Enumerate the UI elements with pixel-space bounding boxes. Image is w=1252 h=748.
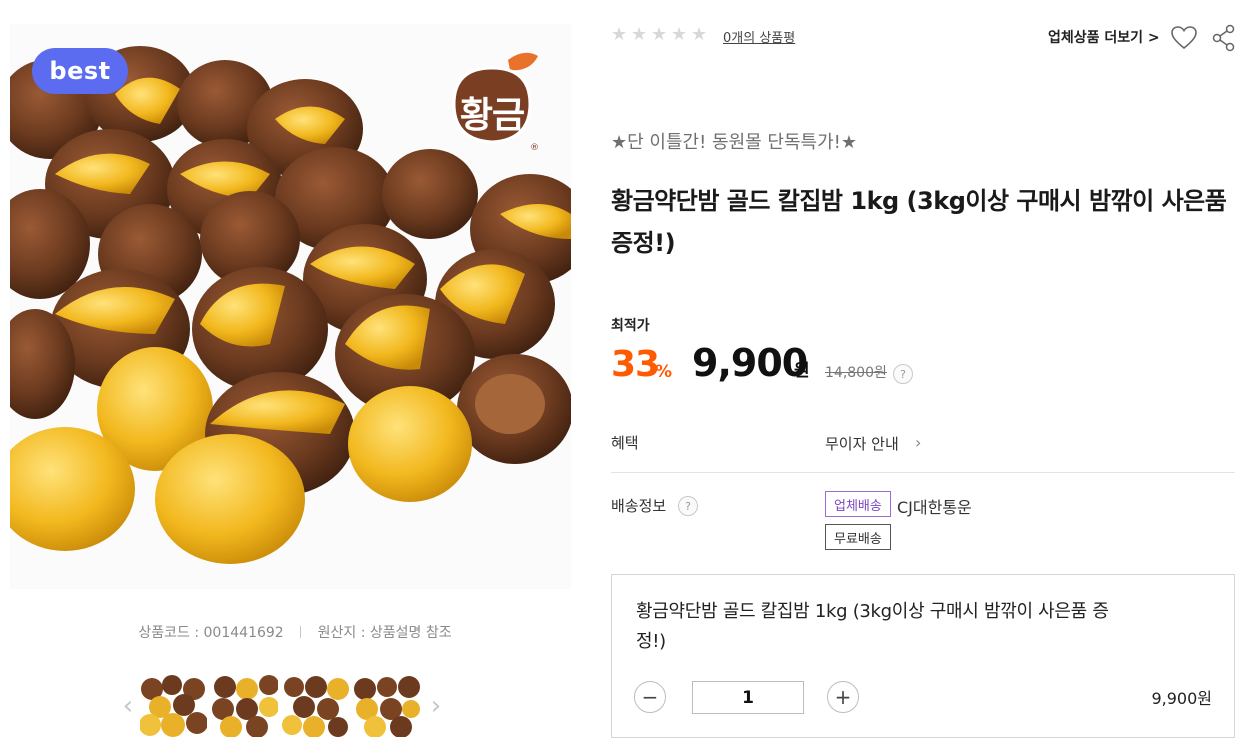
rating-stars: ★ ★ ★ ★ ★: [611, 26, 709, 44]
product-title: 황금약단밤 골드 칼집밤 1kg (3kg이상 구매시 밤깎이 사은품 증정!): [611, 187, 1227, 257]
product-image: best ® 황금: [10, 24, 571, 589]
promo-text: ★단 이틀간! 동원몰 단독특가!★: [611, 132, 858, 153]
quantity-increase-button[interactable]: +: [827, 681, 859, 713]
product-origin: 원산지 : 상품설명 참조: [317, 625, 452, 641]
star-icon: ★: [691, 24, 708, 45]
installment-info-link[interactable]: 무이자 안내: [825, 433, 899, 454]
discount-percent: 33: [611, 344, 660, 385]
chevron-right-icon[interactable]: ›: [915, 433, 921, 452]
star-icon: ★: [651, 24, 668, 45]
divider: [611, 472, 1235, 473]
brand-logo-text: 황금: [459, 95, 525, 136]
review-count-link[interactable]: 0개의 상품평: [723, 27, 795, 46]
vendor-more-link[interactable]: 업체상품 더보기 >: [1048, 27, 1160, 47]
best-badge: best: [32, 48, 128, 94]
thumbnail-3[interactable]: [282, 675, 349, 737]
option-title: 황금약단밤 골드 칼집밤 1kg (3kg이상 구매시 밤깎이 사은품 증정!): [636, 601, 1109, 652]
svg-text:®: ®: [530, 143, 539, 153]
shipping-help-icon[interactable]: ?: [678, 496, 698, 516]
product-meta: 상품코드 : 001441692 원산지 : 상품설명 참조: [0, 622, 590, 642]
vendor-shipping-tag: 업체배송: [825, 491, 891, 517]
quantity-decrease-button[interactable]: −: [634, 681, 666, 713]
price-label: 최적가: [611, 318, 650, 334]
meta-divider: [300, 626, 302, 638]
benefits-label: 혜택: [611, 434, 639, 452]
thumbnail-1[interactable]: [140, 675, 207, 737]
sale-price: 9,900: [692, 341, 808, 385]
thumbnail-4[interactable]: [353, 675, 420, 737]
thumbnail-gallery: ‹ ›: [116, 674, 448, 738]
price-help-icon[interactable]: ?: [893, 364, 913, 384]
shipping-label: 배송정보: [611, 497, 667, 515]
heart-icon[interactable]: [1170, 24, 1198, 52]
product-code: 상품코드 : 001441692: [138, 625, 284, 641]
carrier-name: CJ대한통운: [897, 498, 972, 517]
discount-unit: %: [655, 362, 673, 382]
brand-logo: ® 황금: [446, 46, 546, 154]
gallery-next-button[interactable]: ›: [424, 686, 448, 726]
share-icon[interactable]: [1211, 24, 1237, 52]
free-shipping-tag: 무료배송: [825, 524, 891, 550]
star-icon: ★: [611, 24, 628, 45]
option-price: 9,900원: [1151, 689, 1212, 708]
sale-price-unit: 원: [794, 361, 810, 381]
quantity-input[interactable]: [692, 681, 804, 714]
star-icon: ★: [631, 24, 648, 45]
thumbnail-2[interactable]: [211, 675, 278, 737]
star-icon: ★: [671, 24, 688, 45]
selected-option-box: 황금약단밤 골드 칼집밤 1kg (3kg이상 구매시 밤깎이 사은품 증정!)…: [611, 574, 1235, 738]
gallery-prev-button[interactable]: ‹: [116, 686, 140, 726]
original-price: 14,800원: [825, 365, 887, 381]
